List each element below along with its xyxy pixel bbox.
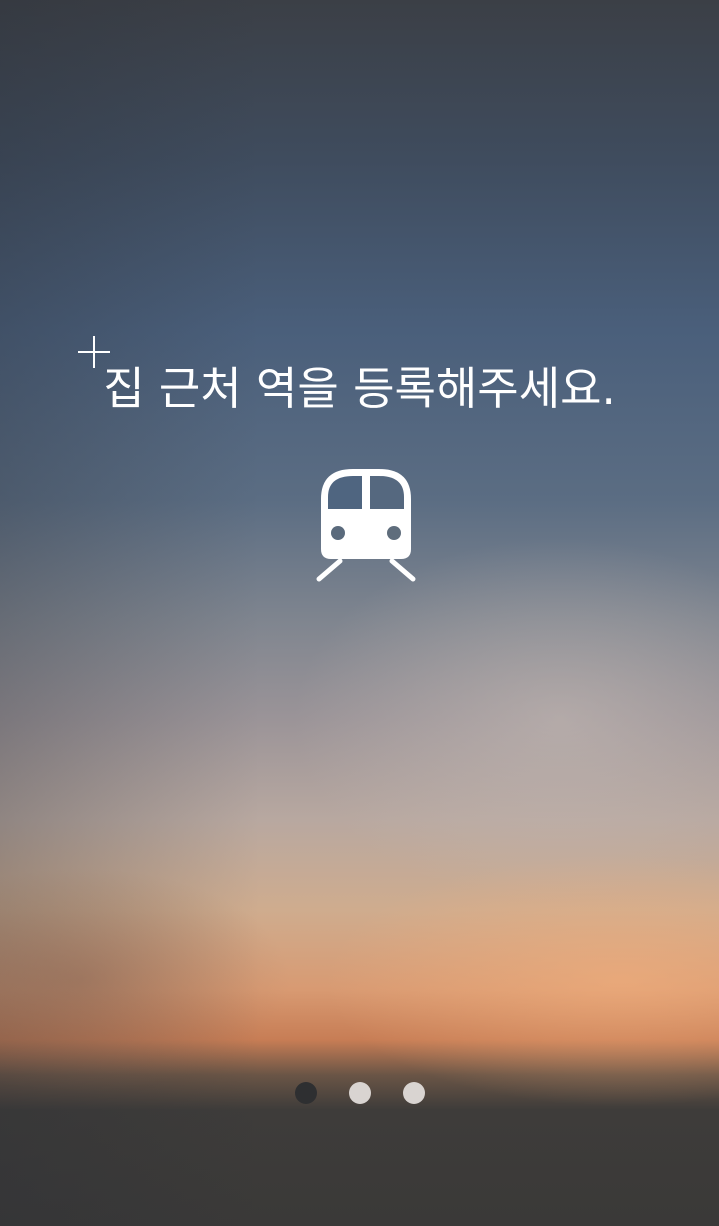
train-icon — [316, 469, 416, 582]
onboarding-screen: 집 근처 역을 등록해주세요. — [0, 0, 719, 1226]
page-dot-3[interactable] — [402, 1082, 425, 1104]
page-indicator — [0, 1082, 719, 1106]
background-gradient — [0, 0, 719, 1226]
page-dot-1[interactable] — [294, 1082, 317, 1104]
page-dot-2[interactable] — [348, 1082, 371, 1104]
onboarding-message: 집 근처 역을 등록해주세요. — [103, 362, 616, 415]
